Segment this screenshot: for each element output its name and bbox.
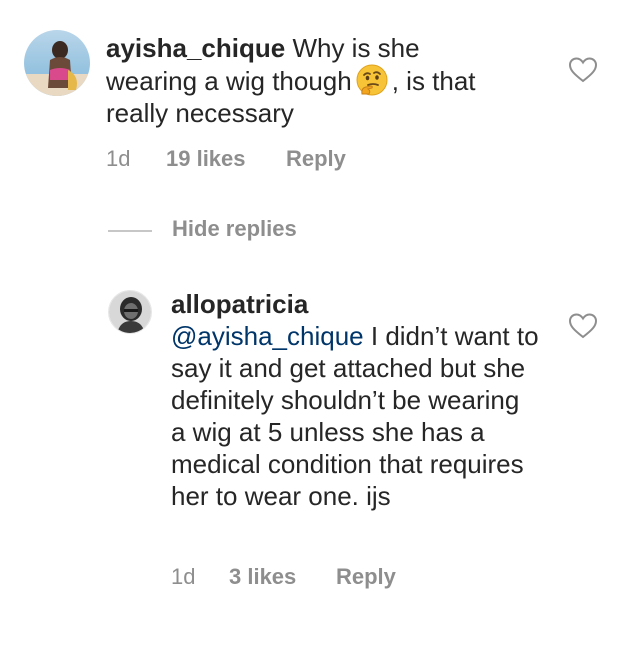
comment-ayisha-chique: ayisha_chique Why is she wearing a wig t… [0, 0, 640, 200]
avatar-image [109, 291, 151, 333]
avatar[interactable] [24, 30, 90, 96]
replies-divider [108, 230, 152, 232]
likes-count[interactable]: 3 likes [229, 564, 336, 590]
heart-outline-icon [568, 313, 598, 339]
like-button[interactable] [568, 312, 598, 340]
avatar[interactable] [108, 290, 152, 334]
comment-meta: 1d 3 likes Reply [171, 564, 396, 590]
comment-meta: 1d 19 likes Reply [106, 146, 346, 172]
mention-link[interactable]: @ayisha_chique [171, 321, 364, 351]
comment-username[interactable]: allopatricia [171, 288, 541, 320]
hide-replies-label: Hide replies [172, 216, 297, 241]
comment-time: 1d [106, 146, 131, 171]
comment-allopatricia: allopatricia @ayisha_chique I didn’t wan… [0, 280, 640, 610]
comment-body: allopatricia @ayisha_chique I didn’t wan… [171, 288, 541, 512]
thinking-face-icon [356, 64, 388, 96]
reply-button[interactable]: Reply [336, 564, 396, 590]
heart-outline-icon [568, 57, 598, 83]
reply-button[interactable]: Reply [286, 146, 346, 172]
comment-body: ayisha_chique Why is she wearing a wig t… [106, 32, 506, 129]
avatar-image [24, 30, 90, 96]
like-button[interactable] [568, 56, 598, 84]
comment-username[interactable]: ayisha_chique [106, 33, 285, 63]
comment-time: 1d [171, 564, 196, 589]
likes-count[interactable]: 19 likes [166, 146, 286, 172]
